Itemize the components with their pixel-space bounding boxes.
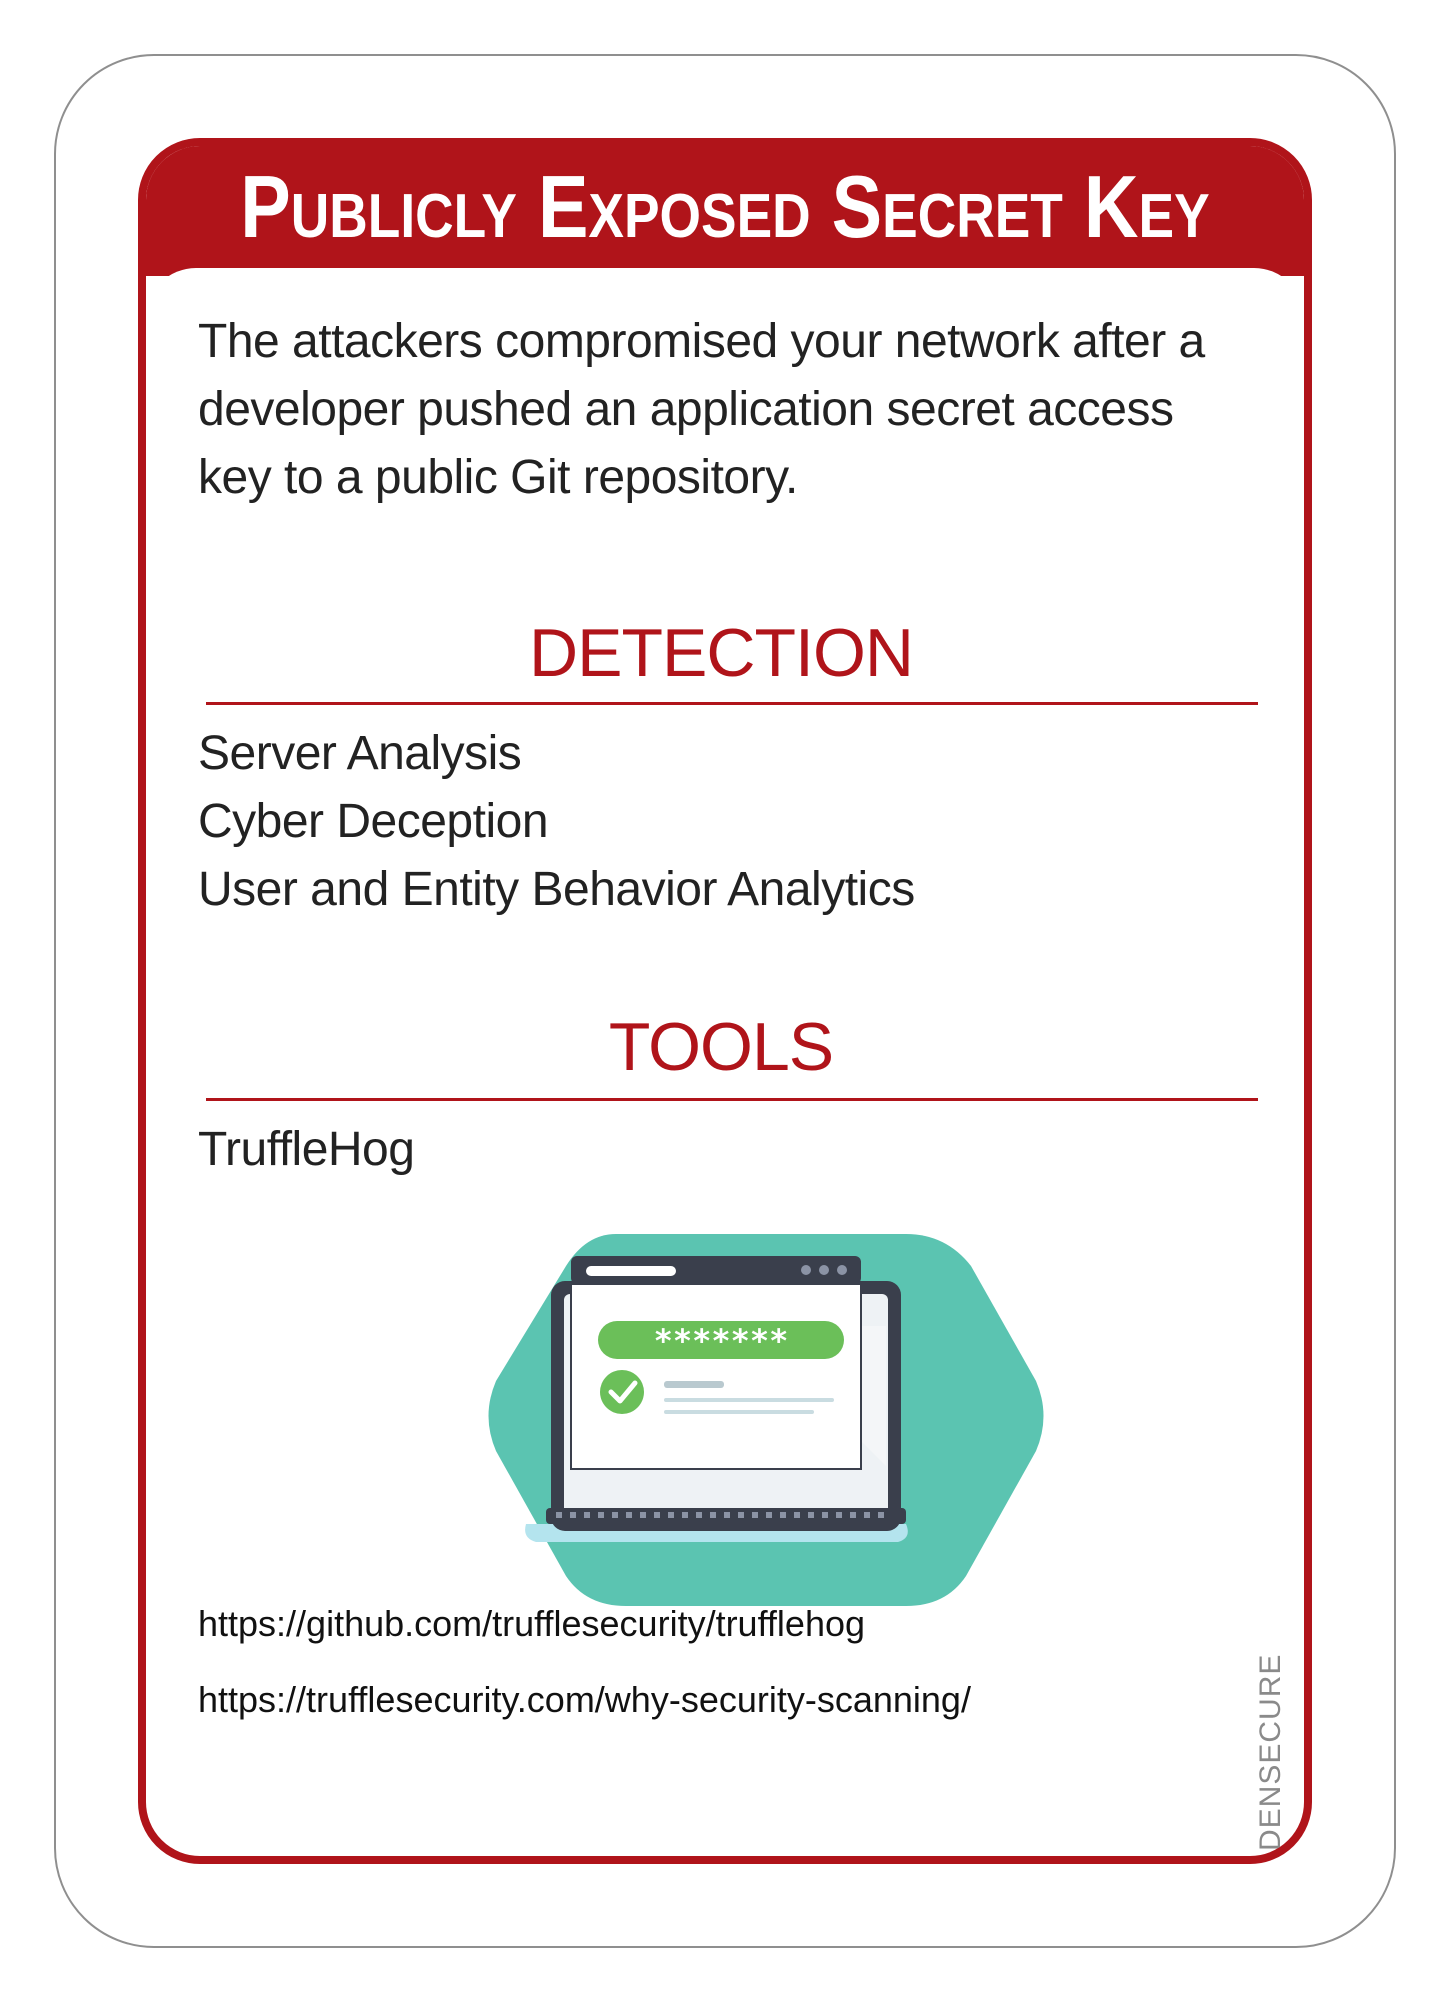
check-circle-icon xyxy=(600,1370,644,1414)
password-mask: ******* xyxy=(654,1322,789,1360)
card: Publicly Exposed Secret Key The attacker… xyxy=(138,138,1312,1864)
reference-link[interactable]: https://trufflesecurity.com/why-security… xyxy=(198,1662,971,1738)
reference-link[interactable]: https://github.com/trufflesecurity/truff… xyxy=(198,1586,971,1662)
reference-links: https://github.com/trufflesecurity/truff… xyxy=(198,1586,971,1738)
laptop-icon xyxy=(546,1256,906,1531)
brand-label: DENSECURE xyxy=(1254,1653,1287,1851)
password-field-icon: ******* xyxy=(598,1321,844,1360)
